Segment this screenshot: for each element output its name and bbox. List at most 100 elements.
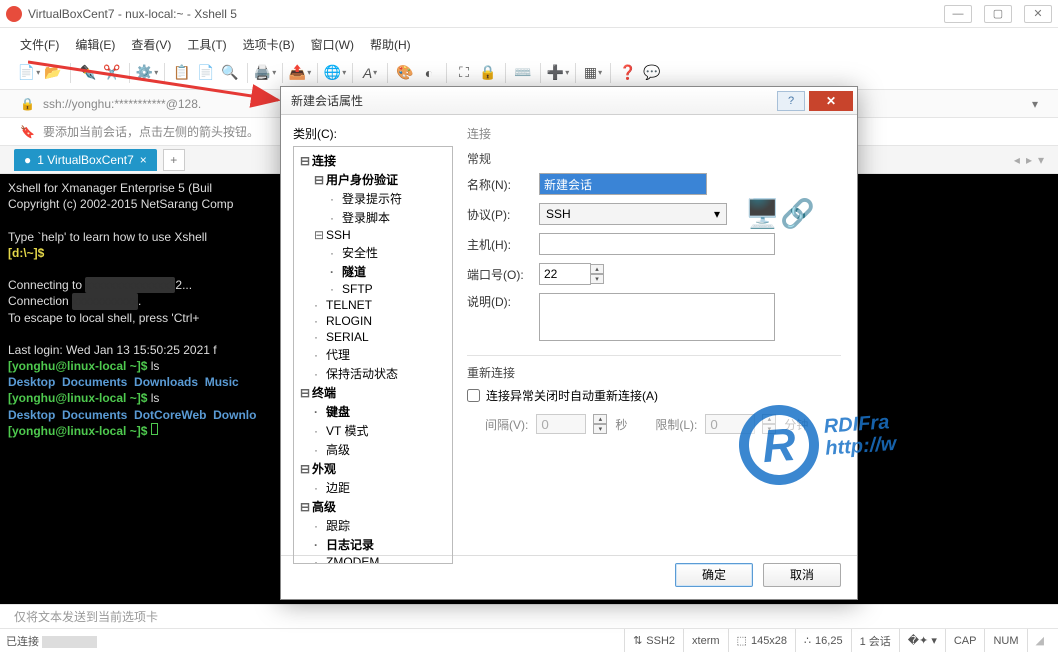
- limit-input[interactable]: [705, 414, 755, 434]
- host-input[interactable]: [539, 233, 775, 255]
- keyboard-icon[interactable]: ⌨️: [514, 64, 532, 82]
- category-tree[interactable]: ⊟连接 ⊟用户身份验证 ·登录提示符 ·登录脚本 ⊟SSH ·安全性 ·隧道 ·…: [293, 146, 453, 564]
- tree-advanced[interactable]: ⊟高级: [296, 497, 450, 516]
- description-input[interactable]: [539, 293, 775, 341]
- menu-file[interactable]: 文件(F): [20, 36, 59, 53]
- tree-margin[interactable]: ·边距: [296, 478, 450, 497]
- bookmark-icon[interactable]: 🔖: [20, 125, 35, 139]
- tree-tunnel[interactable]: ·隧道: [296, 262, 450, 281]
- find-icon[interactable]: 🔍: [221, 64, 239, 82]
- category-label: 类别(C):: [293, 125, 453, 142]
- address-dropdown-icon[interactable]: ▾: [1032, 97, 1038, 111]
- compose-hint: 仅将文本发送到当前选项卡: [14, 608, 158, 625]
- color-icon[interactable]: 🎨: [396, 64, 414, 82]
- minimize-button[interactable]: —: [944, 5, 972, 23]
- help-icon[interactable]: ❓: [619, 64, 637, 82]
- theme-icon[interactable]: ◐: [420, 64, 438, 82]
- tile-icon[interactable]: ▦: [584, 64, 602, 82]
- tree-telnet[interactable]: ·TELNET: [296, 297, 450, 313]
- status-resize-icon[interactable]: ◢: [1027, 629, 1052, 652]
- tree-keepalive[interactable]: ·保持活动状态: [296, 364, 450, 383]
- tree-ssh[interactable]: ⊟SSH: [296, 227, 450, 243]
- globe-icon[interactable]: 🌐: [326, 64, 344, 82]
- compose-bar[interactable]: 仅将文本发送到当前选项卡: [0, 604, 1058, 628]
- disconnect-icon[interactable]: ✂️: [103, 64, 121, 82]
- feedback-icon[interactable]: 💬: [643, 64, 661, 82]
- tab-prev-icon[interactable]: ◂: [1014, 153, 1020, 167]
- auto-reconnect-checkbox[interactable]: [467, 389, 480, 402]
- new-session-dialog: 新建会话属性 ? ✕ 类别(C): ⊟连接 ⊟用户身份验证 ·登录提示符 ·登录…: [280, 86, 858, 600]
- tree-rlogin[interactable]: ·RLOGIN: [296, 313, 450, 329]
- menu-help[interactable]: 帮助(H): [370, 36, 411, 53]
- copy-icon[interactable]: 📋: [173, 64, 191, 82]
- maximize-button[interactable]: ▢: [984, 5, 1012, 23]
- dialog-help-button[interactable]: ?: [777, 91, 805, 111]
- sec-label: 秒: [615, 416, 627, 433]
- tree-login-script[interactable]: ·登录脚本: [296, 208, 450, 227]
- address-text: ssh://yonghu:***********@128.: [43, 97, 201, 111]
- properties-icon[interactable]: ⚙️: [138, 64, 156, 82]
- status-cap: CAP: [945, 629, 985, 652]
- status-bar: 已连接 xxxxxxxxxx ⇅ SSH2 xterm ⬚ 145x28 ∴ 1…: [0, 628, 1058, 652]
- menu-tools[interactable]: 工具(T): [187, 36, 226, 53]
- cancel-button[interactable]: 取消: [763, 563, 841, 587]
- tree-serial[interactable]: ·SERIAL: [296, 329, 450, 345]
- tree-login-prompt[interactable]: ·登录提示符: [296, 189, 450, 208]
- tree-auth[interactable]: ⊟用户身份验证: [296, 170, 450, 189]
- paste-icon[interactable]: 📄: [197, 64, 215, 82]
- tree-sftp[interactable]: ·SFTP: [296, 281, 450, 297]
- network-icon: 🖥️🔗: [745, 197, 815, 230]
- port-spinner[interactable]: ▴▾: [590, 264, 604, 284]
- fullscreen-icon[interactable]: ⛶: [455, 64, 473, 82]
- tab-list-icon[interactable]: ▾: [1038, 153, 1044, 167]
- dialog-title: 新建会话属性: [291, 92, 363, 109]
- port-input[interactable]: [539, 263, 591, 285]
- add-icon[interactable]: ➕: [549, 64, 567, 82]
- transfer-icon[interactable]: 📤: [291, 64, 309, 82]
- tree-zmodem[interactable]: ·ZMODEM: [296, 554, 450, 564]
- tab-next-icon[interactable]: ▸: [1026, 153, 1032, 167]
- menu-edit[interactable]: 编辑(E): [75, 36, 115, 53]
- tree-trace[interactable]: ·跟踪: [296, 516, 450, 535]
- status-nav[interactable]: �✦ ▾: [899, 629, 945, 652]
- protocol-select[interactable]: SSH▾: [539, 203, 727, 225]
- tab-add-button[interactable]: +: [163, 149, 185, 171]
- reconnect-icon[interactable]: ✒️: [79, 64, 97, 82]
- font-icon[interactable]: A: [361, 64, 379, 82]
- menubar: 文件(F) 编辑(E) 查看(V) 工具(T) 选项卡(B) 窗口(W) 帮助(…: [0, 32, 1058, 56]
- tree-security[interactable]: ·安全性: [296, 243, 450, 262]
- open-icon[interactable]: 📂: [44, 64, 62, 82]
- tab-close-icon[interactable]: ×: [140, 153, 147, 167]
- tree-vt[interactable]: ·VT 模式: [296, 421, 450, 440]
- close-button[interactable]: ✕: [1024, 5, 1052, 23]
- tree-proxy[interactable]: ·代理: [296, 345, 450, 364]
- tree-term-advanced[interactable]: ·高级: [296, 440, 450, 459]
- tab-label: 1 VirtualBoxCent7: [37, 153, 134, 167]
- group-general: 常规: [467, 150, 841, 167]
- tree-appearance[interactable]: ⊟外观: [296, 459, 450, 478]
- name-input[interactable]: [539, 173, 707, 195]
- name-label: 名称(N):: [467, 176, 539, 193]
- status-connected: 已连接 xxxxxxxxxx: [6, 633, 97, 649]
- dialog-close-button[interactable]: ✕: [809, 91, 853, 111]
- ok-button[interactable]: 确定: [675, 563, 753, 587]
- limit-spinner[interactable]: ▴▾: [762, 414, 776, 434]
- print-icon[interactable]: 🖨️: [256, 64, 274, 82]
- chevron-down-icon: ▾: [714, 207, 720, 221]
- auto-reconnect-label: 连接异常关闭时自动重新连接(A): [486, 387, 658, 404]
- tree-keyboard[interactable]: ·键盘: [296, 402, 450, 421]
- tree-log[interactable]: ·日志记录: [296, 535, 450, 554]
- interval-input[interactable]: [536, 414, 586, 434]
- new-session-icon[interactable]: 📄: [20, 64, 38, 82]
- status-size: ⬚ 145x28: [728, 629, 796, 652]
- interval-spinner[interactable]: ▴▾: [593, 414, 607, 434]
- menu-view[interactable]: 查看(V): [131, 36, 171, 53]
- tab-session-1[interactable]: ● 1 VirtualBoxCent7 ×: [14, 149, 157, 171]
- menu-tab[interactable]: 选项卡(B): [243, 36, 295, 53]
- dialog-titlebar[interactable]: 新建会话属性 ? ✕: [281, 87, 857, 115]
- lock-toolbar-icon[interactable]: 🔒: [479, 64, 497, 82]
- tree-terminal[interactable]: ⊟终端: [296, 383, 450, 402]
- tree-connection[interactable]: ⊟连接: [296, 151, 450, 170]
- status-pos: ∴ 16,25: [795, 629, 851, 652]
- menu-window[interactable]: 窗口(W): [311, 36, 354, 53]
